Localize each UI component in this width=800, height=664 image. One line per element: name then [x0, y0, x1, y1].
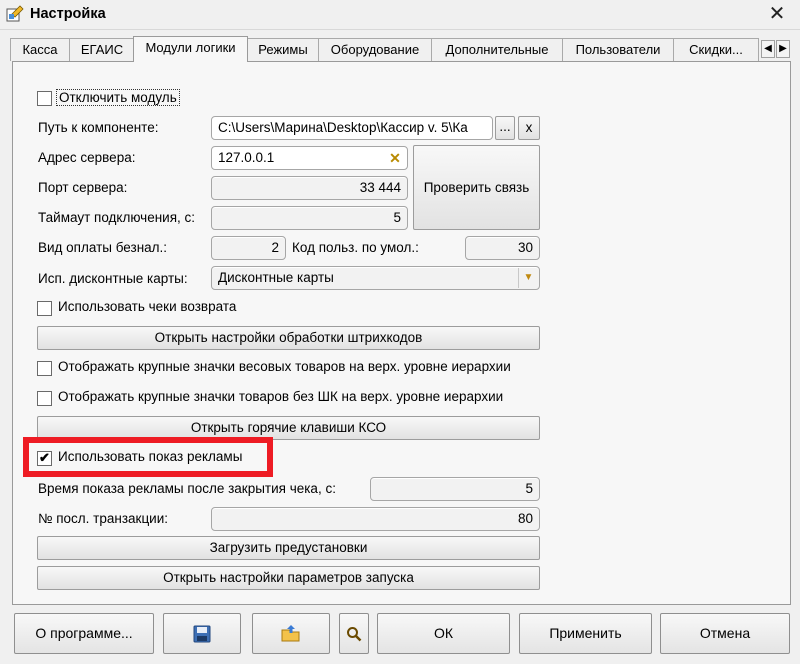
disable-module-label: Отключить модуль [56, 89, 180, 106]
server-address-value: 127.0.0.1 [218, 150, 275, 165]
disable-module-checkbox[interactable] [37, 91, 52, 106]
tab-modes[interactable]: Режимы [247, 38, 319, 61]
open-button[interactable] [252, 613, 330, 654]
big-nobarcode-icons-label: Отображать крупные значки товаров без ШК… [58, 389, 504, 404]
load-presets-button[interactable]: Загрузить предустановки [37, 536, 540, 560]
ad-time-input[interactable]: 5 [370, 477, 540, 501]
server-address-input[interactable]: 127.0.0.1 [211, 146, 408, 170]
tab-equipment[interactable]: Оборудование [318, 38, 432, 61]
timeout-label: Таймаут подключения, с: [38, 210, 196, 225]
browse-button[interactable]: ... [495, 116, 515, 140]
tab-discounts[interactable]: Скидки... [673, 38, 759, 61]
ok-button[interactable]: ОК [377, 613, 510, 654]
search-button[interactable] [339, 613, 369, 654]
default-user-code-label: Код польз. по умол.: [292, 240, 419, 255]
component-path-label: Путь к компоненте: [38, 120, 159, 135]
barcode-settings-button[interactable]: Открыть настройки обработки штрихкодов [37, 326, 540, 350]
payment-type-input[interactable]: 2 [211, 236, 286, 260]
tab-users[interactable]: Пользователи [562, 38, 674, 61]
tab-kassa[interactable]: Касса [10, 38, 70, 61]
server-address-label: Адрес сервера: [38, 150, 136, 165]
apply-button[interactable]: Применить [519, 613, 652, 654]
big-weight-icons-checkbox[interactable] [37, 361, 52, 376]
window-title: Настройка [30, 6, 106, 22]
last-transaction-label: № посл. транзакции: [38, 511, 169, 526]
tab-egais[interactable]: ЕГАИС [69, 38, 135, 61]
floppy-disk-icon [193, 625, 211, 643]
title-bar [0, 0, 800, 30]
server-port-label: Порт сервера: [38, 180, 128, 195]
discount-cards-select[interactable]: Дисконтные карты [211, 266, 540, 290]
about-button[interactable]: О программе... [14, 613, 154, 654]
clear-address-icon[interactable]: ✕ [385, 148, 405, 168]
cancel-button[interactable]: Отмена [660, 613, 790, 654]
folder-open-icon [281, 625, 300, 642]
tab-strip: Касса ЕГАИС Модули логики Режимы Оборудо… [6, 36, 796, 62]
chevron-down-icon[interactable]: ▼ [518, 268, 538, 288]
tab-next-icon[interactable]: ▶ [776, 40, 790, 58]
magnifier-icon [347, 627, 362, 642]
discount-cards-value: Дисконтные карты [218, 270, 334, 285]
settings-app-icon [6, 5, 24, 22]
discount-cards-label: Исп. дисконтные карты: [38, 271, 188, 286]
big-weight-icons-label: Отображать крупные значки весовых товаро… [58, 359, 511, 374]
tab-additional[interactable]: Дополнительные [431, 38, 563, 61]
highlight-frame [23, 437, 273, 477]
use-return-checks-label: Использовать чеки возврата [58, 299, 237, 314]
tab-logic-modules[interactable]: Модули логики [133, 36, 248, 62]
ad-time-label: Время показа рекламы после закрытия чека… [38, 481, 336, 496]
big-nobarcode-icons-checkbox[interactable] [37, 391, 52, 406]
timeout-input[interactable]: 5 [211, 206, 408, 230]
clear-path-button[interactable]: x [518, 116, 540, 140]
server-port-input[interactable]: 33 444 [211, 176, 408, 200]
use-return-checks-checkbox[interactable] [37, 301, 52, 316]
payment-type-label: Вид оплаты безнал.: [38, 240, 168, 255]
launch-settings-button[interactable]: Открыть настройки параметров запуска [37, 566, 540, 590]
check-connection-button[interactable]: Проверить связь [413, 145, 540, 230]
component-path-input[interactable]: C:\Users\Марина\Desktop\Кассир v. 5\Ка [211, 116, 493, 140]
close-icon[interactable]: ✕ [762, 1, 792, 27]
save-button[interactable] [163, 613, 241, 654]
tab-prev-icon[interactable]: ◀ [761, 40, 775, 58]
default-user-code-input[interactable]: 30 [465, 236, 540, 260]
last-transaction-input[interactable]: 80 [211, 507, 540, 531]
